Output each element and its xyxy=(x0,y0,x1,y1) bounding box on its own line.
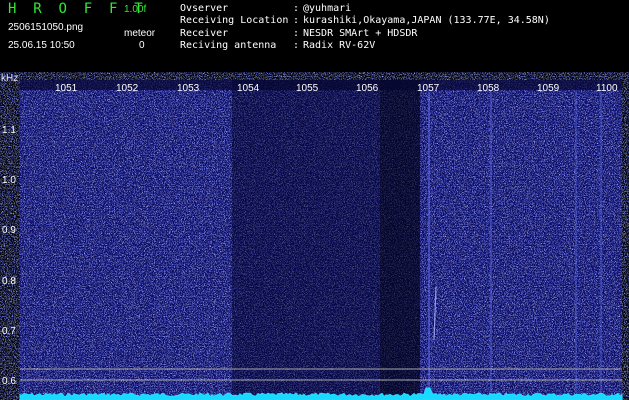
info-sep: : xyxy=(293,15,300,27)
info-row-observer: Ovserver: @yuhmari xyxy=(180,3,550,15)
bright-column xyxy=(600,92,602,392)
meteor-label: meteor xyxy=(124,28,156,39)
version-label: 1.00f xyxy=(124,4,147,15)
x-tick-label: 1053 xyxy=(177,83,200,94)
hrofft-window: H R O F F T 1.00f 2506151050.png 25.06.1… xyxy=(0,0,629,400)
bright-column xyxy=(490,92,492,392)
x-tick-label: 1056 xyxy=(356,83,379,94)
bright-column xyxy=(428,92,430,392)
dark-band xyxy=(232,80,380,400)
info-row-antenna: Reciving antenna: Radix RV-62V xyxy=(180,40,550,52)
info-key: Receiving Location xyxy=(180,15,289,27)
y-tick-labels: 1.1 1.0 0.9 0.8 0.7 0.6 xyxy=(2,125,16,387)
x-tick-label: 1057 xyxy=(417,83,440,94)
info-key: Receiver xyxy=(180,27,229,39)
timestamp-label: 25.06.15 10:50 xyxy=(8,40,75,51)
x-tick-label: 1100 xyxy=(596,83,618,94)
y-tick-label: 1.1 xyxy=(2,125,16,136)
info-sep: : xyxy=(293,27,300,39)
info-sep: : xyxy=(293,39,300,51)
info-value: kurashiki,Okayama,JAPAN (133.77E, 34.58N… xyxy=(303,15,550,27)
x-tick-label: 1054 xyxy=(237,83,260,94)
info-sep: : xyxy=(293,3,300,14)
x-tick-label: 1058 xyxy=(477,83,500,94)
meteor-count: 0 xyxy=(139,40,145,51)
dark-band xyxy=(380,80,420,400)
info-row-receiver: Receiver: NESDR SMArt + HDSDR xyxy=(180,28,550,40)
x-tick-label: 1051 xyxy=(55,83,78,94)
station-info-panel: Ovserver: @yuhmari Receiving Location: kur… xyxy=(180,3,550,52)
x-tick-label: 1055 xyxy=(296,83,319,94)
x-tick-label: 1052 xyxy=(116,83,139,94)
info-value: Radix RV-62V xyxy=(303,39,376,51)
y-tick-label: 0.7 xyxy=(2,326,16,337)
y-tick-label: 0.6 xyxy=(2,376,16,387)
info-value: @yuhmari xyxy=(303,3,352,14)
info-key: Ovserver xyxy=(180,3,229,14)
spectrogram-plot: 1051 1052 1053 1054 1055 1056 1057 1058 … xyxy=(2,80,623,400)
info-row-location: Receiving Location: kurashiki,Okayama,JAP… xyxy=(180,15,550,27)
y-tick-label: 0.8 xyxy=(2,276,16,287)
filename-label: 2506151050.png xyxy=(8,22,84,33)
y-tick-label: 0.9 xyxy=(2,225,16,236)
info-key: Reciving antenna xyxy=(180,39,277,51)
x-tick-label: 1059 xyxy=(537,83,560,94)
info-value: NESDR SMArt + HDSDR xyxy=(303,27,418,39)
top-scale-strip xyxy=(20,80,622,90)
bright-column xyxy=(575,92,577,392)
y-tick-label: 1.0 xyxy=(2,175,16,186)
